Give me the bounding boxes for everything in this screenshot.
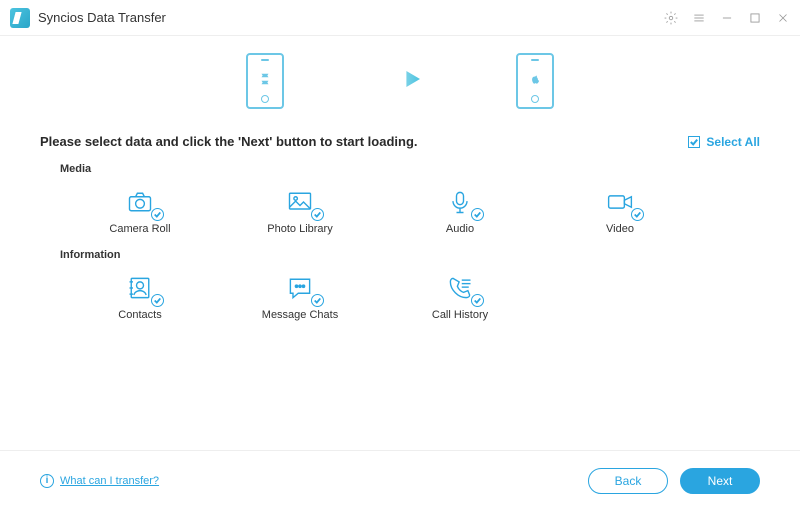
instruction-row: Please select data and click the 'Next' … [40, 134, 760, 149]
close-icon[interactable] [776, 11, 790, 25]
maximize-icon[interactable] [748, 11, 762, 25]
section-information-label: Information [60, 249, 760, 261]
app-logo-icon [10, 8, 30, 28]
item-message-chats[interactable]: Message Chats [220, 271, 380, 321]
item-label: Call History [380, 309, 540, 321]
item-label: Message Chats [220, 309, 380, 321]
window-controls [664, 11, 790, 25]
select-all-toggle[interactable]: Select All [688, 135, 760, 149]
item-label: Camera Roll [60, 223, 220, 235]
item-audio[interactable]: Audio [380, 185, 540, 235]
message-chats-icon [220, 271, 380, 305]
photo-library-icon [220, 185, 380, 219]
contacts-icon [60, 271, 220, 305]
app-title: Syncios Data Transfer [38, 10, 166, 25]
item-label: Photo Library [220, 223, 380, 235]
item-label: Audio [380, 223, 540, 235]
info-icon: i [40, 474, 54, 488]
minimize-icon[interactable] [720, 11, 734, 25]
media-grid: Camera Roll Photo Library Audio Video [60, 185, 760, 235]
device-hero [0, 36, 800, 126]
transfer-arrow-icon [374, 63, 426, 100]
item-call-history[interactable]: Call History [380, 271, 540, 321]
item-video[interactable]: Video [540, 185, 700, 235]
target-phone-icon [516, 53, 554, 109]
content-area: Please select data and click the 'Next' … [0, 134, 800, 321]
information-grid: Contacts Message Chats Call History [60, 271, 760, 321]
camera-roll-icon [60, 185, 220, 219]
footer-buttons: Back Next [588, 468, 760, 494]
settings-icon[interactable] [664, 11, 678, 25]
call-history-icon [380, 271, 540, 305]
titlebar: Syncios Data Transfer [0, 0, 800, 36]
video-icon [540, 185, 700, 219]
select-all-label: Select All [706, 135, 760, 149]
footer: i What can I transfer? Back Next [0, 450, 800, 510]
back-button[interactable]: Back [588, 468, 668, 494]
instruction-text: Please select data and click the 'Next' … [40, 134, 418, 149]
item-label: Contacts [60, 309, 220, 321]
help-text: What can I transfer? [60, 475, 159, 487]
source-phone-icon [246, 53, 284, 109]
next-button[interactable]: Next [680, 468, 760, 494]
select-all-checkbox-icon [688, 136, 700, 148]
item-contacts[interactable]: Contacts [60, 271, 220, 321]
audio-icon [380, 185, 540, 219]
menu-icon[interactable] [692, 11, 706, 25]
item-camera-roll[interactable]: Camera Roll [60, 185, 220, 235]
item-photo-library[interactable]: Photo Library [220, 185, 380, 235]
section-media-label: Media [60, 163, 760, 175]
help-link[interactable]: i What can I transfer? [40, 474, 159, 488]
item-label: Video [540, 223, 700, 235]
